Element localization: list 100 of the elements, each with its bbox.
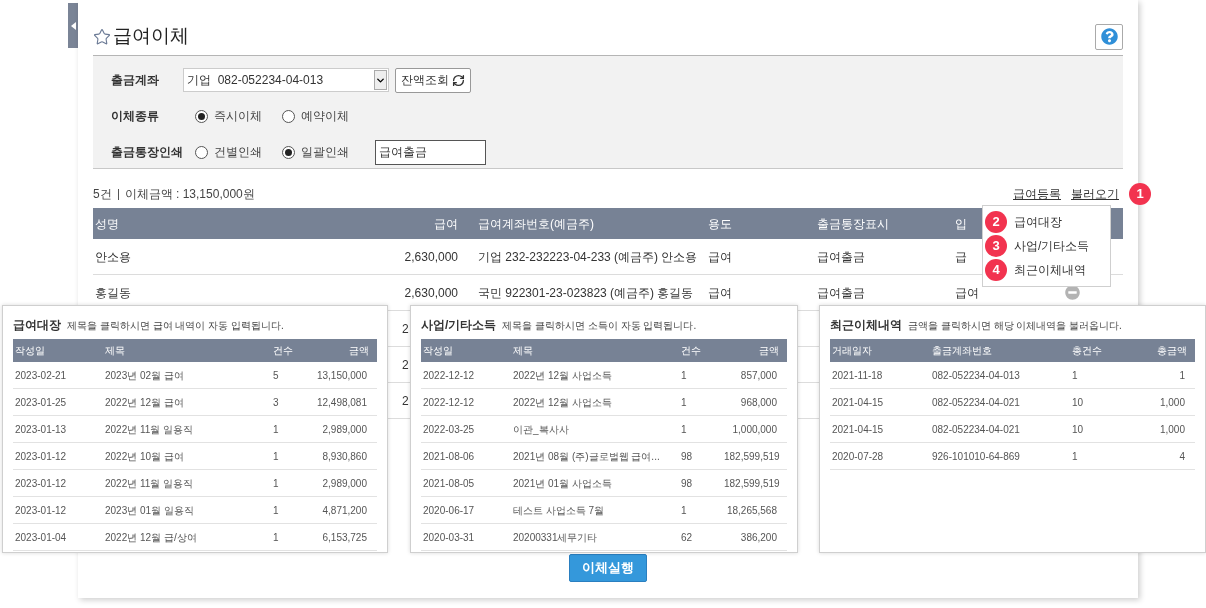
field-label: 출금계좌 xyxy=(111,72,160,89)
table-cell: 1 xyxy=(273,423,279,435)
table-cell[interactable]: 182,599,519 xyxy=(724,448,780,464)
table-cell[interactable]: 6,153,725 xyxy=(322,529,367,545)
radio-button[interactable] xyxy=(282,109,295,123)
menu-item[interactable]: 최근이체내역 xyxy=(1014,261,1086,279)
table-cell[interactable]: 테스트 사업소득 7월 xyxy=(513,504,605,516)
field-label: 출금통장인쇄 xyxy=(111,144,184,161)
table-cell: 10 xyxy=(1072,423,1084,435)
table-cell: 10 xyxy=(1072,396,1084,408)
table-cell[interactable]: 18,265,568 xyxy=(726,502,777,518)
account-select[interactable]: 기업 082-052234-04-013 xyxy=(183,68,389,92)
table-cell[interactable]: 4 xyxy=(1179,448,1185,464)
table-cell[interactable]: 2,989,000 xyxy=(322,475,367,491)
table-cell: 2021-04-15 xyxy=(832,396,884,408)
column-header: 금액 xyxy=(758,344,780,358)
text-link[interactable]: 불러오기 xyxy=(1071,185,1119,203)
table-cell: 2023-01-04 xyxy=(15,531,67,543)
popup-hint: 제목을 클릭하시면 소득이 자동 입력됩니다. xyxy=(502,319,697,333)
table-cell[interactable]: 2022년 12월 급여 xyxy=(105,396,184,408)
table-cell: 2023-02-21 xyxy=(15,369,67,381)
table-cell: 2023-01-25 xyxy=(15,396,67,408)
column-header: 입 xyxy=(955,216,967,231)
table-cell[interactable]: 2022년 12월 사업소득 xyxy=(513,396,612,408)
menu-item[interactable]: 급여대장 xyxy=(1014,213,1062,231)
table-cell[interactable]: 2022년 10월 급여 xyxy=(105,450,184,462)
table-cell[interactable]: 2022년 11월 일용직 xyxy=(105,423,194,435)
step-badge: 1 xyxy=(1129,183,1151,205)
radio-button[interactable] xyxy=(195,145,208,159)
table-cell[interactable]: 1,000,000 xyxy=(732,421,777,437)
column-header: 총금액 xyxy=(1156,344,1188,358)
table-cell: 2022-12-12 xyxy=(423,369,475,381)
column-header: 거래일자 xyxy=(831,344,873,358)
radio-button[interactable] xyxy=(195,109,208,123)
table-cell: 2021-08-06 xyxy=(423,450,475,462)
table-cell[interactable]: 20200331세무기타 xyxy=(513,531,598,543)
table-cell: 급 xyxy=(955,249,967,264)
table-cell: 기업 232-232223-04-233 (예금주) 안소용 xyxy=(478,249,698,264)
table-cell: 1 xyxy=(681,396,687,408)
radio-button[interactable] xyxy=(282,145,295,159)
table-cell[interactable]: 이관_복사사 xyxy=(513,423,569,435)
table-cell[interactable]: 926-101010-64-869 xyxy=(932,450,1020,462)
table-cell: 1 xyxy=(273,450,279,462)
summary-total: 이체금액 : 13,150,000원 xyxy=(124,186,255,203)
table-cell[interactable]: 857,000 xyxy=(740,367,777,383)
balance-button[interactable]: 잔액조회 xyxy=(395,67,471,93)
table-cell: 2023-01-12 xyxy=(15,504,67,516)
table-cell[interactable]: 386,200 xyxy=(740,529,777,545)
table-cell[interactable]: 13,150,000 xyxy=(316,367,367,383)
table-cell: 1 xyxy=(681,423,687,435)
popup-hint: 금액을 클릭하시면 해당 이체내역을 불러옵니다. xyxy=(908,319,1122,333)
column-header: 제목 xyxy=(104,344,126,358)
table-cell[interactable]: 082-052234-04-013 xyxy=(932,369,1020,381)
table-cell[interactable]: 4,871,200 xyxy=(322,502,367,518)
table-cell: 2021-08-05 xyxy=(423,477,475,489)
popup-title: 사업/기타소득 xyxy=(421,317,497,334)
memo-field[interactable]: 급여출금 xyxy=(375,139,486,165)
column-header: 성명 xyxy=(95,216,119,231)
table-cell[interactable]: 12,498,081 xyxy=(316,394,367,410)
table-cell[interactable]: 082-052234-04-021 xyxy=(932,423,1020,435)
column-header: 급여계좌번호(예금주) xyxy=(478,216,594,231)
table-cell[interactable]: 2023년 01월 일용직 xyxy=(105,504,194,516)
table-cell: 3 xyxy=(273,396,279,408)
table-cell[interactable]: 1,000 xyxy=(1159,394,1185,410)
column-header: 출금계좌번호 xyxy=(931,344,993,358)
column-header: 작성일 xyxy=(422,344,454,358)
table-cell: 1 xyxy=(1072,369,1078,381)
text-link[interactable]: 급여등록 xyxy=(1013,185,1061,203)
table-cell[interactable]: 082-052234-04-021 xyxy=(932,396,1020,408)
table-cell[interactable]: 2,989,000 xyxy=(322,421,367,437)
step-badge: 2 xyxy=(985,211,1007,233)
table-cell[interactable]: 8,930,860 xyxy=(322,448,367,464)
table-cell[interactable]: 968,000 xyxy=(740,394,777,410)
step-badge: 4 xyxy=(985,259,1007,281)
menu-item[interactable]: 사업/기타소득 xyxy=(1014,237,1090,255)
table-cell[interactable]: 2021년 01월 사업소득 xyxy=(513,477,612,489)
collapse-handle[interactable] xyxy=(68,3,78,48)
star-icon[interactable] xyxy=(93,27,111,46)
table-cell[interactable]: 2022년 12월 사업소득 xyxy=(513,369,612,381)
table-cell: 2021-11-18 xyxy=(832,369,883,381)
table-cell: 국민 922301-23-023823 (예금주) 홍길동 xyxy=(478,285,694,300)
table-cell[interactable]: 2023년 02월 급여 xyxy=(105,369,184,381)
table-cell: 급여출금 xyxy=(817,285,865,300)
table-cell: 급여 xyxy=(955,285,979,300)
table-cell[interactable]: 182,599,519 xyxy=(724,475,780,491)
table-cell: 2023-01-12 xyxy=(15,477,67,489)
help-icon xyxy=(1100,28,1118,45)
help-button[interactable] xyxy=(1095,23,1123,50)
table-cell: 2021-04-15 xyxy=(832,423,884,435)
column-header: 총건수 xyxy=(1071,344,1103,358)
step-badge: 3 xyxy=(985,235,1007,257)
table-cell[interactable]: 2022년 12월 급/상여 xyxy=(105,531,197,543)
table-cell: 2020-06-17 xyxy=(423,504,475,516)
table-cell[interactable]: 1 xyxy=(1179,367,1185,383)
table-cell[interactable]: 1,000 xyxy=(1159,421,1185,437)
table-cell[interactable]: 2022년 11월 일용직 xyxy=(105,477,194,489)
table-cell: 2023-01-13 xyxy=(15,423,67,435)
table-cell[interactable]: 2021년 08월 (주)글로벌웹 급여... xyxy=(513,450,660,462)
column-header: 작성일 xyxy=(14,344,46,358)
table-cell: 1 xyxy=(681,369,687,381)
